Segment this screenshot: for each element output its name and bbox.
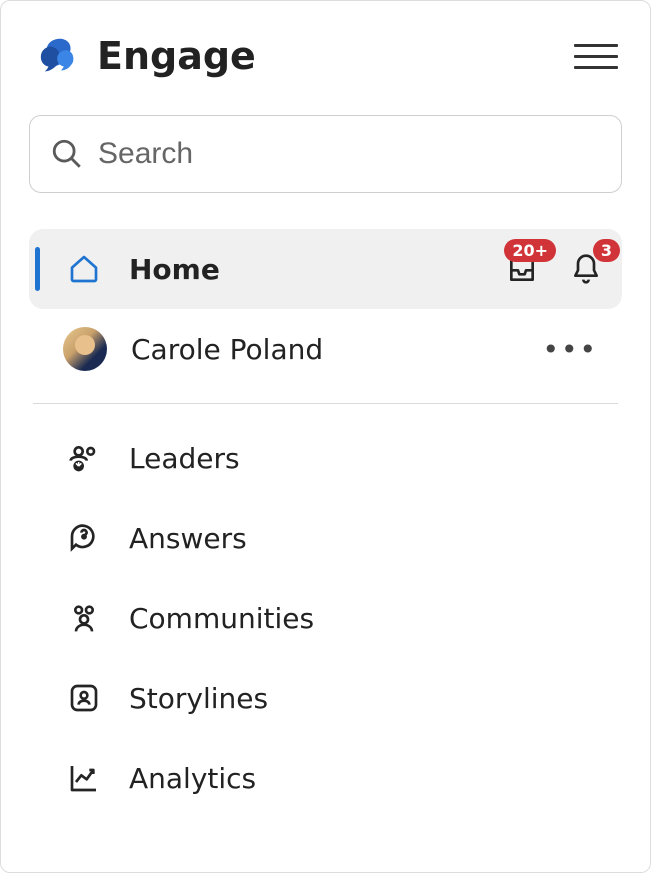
search-icon: [50, 137, 84, 171]
nav-item-communities[interactable]: Communities: [29, 578, 622, 658]
nav-label-answers: Answers: [129, 522, 606, 555]
active-indicator: [35, 247, 40, 291]
more-button[interactable]: •••: [534, 325, 606, 374]
app-title: Engage: [97, 34, 256, 78]
search-box[interactable]: [29, 115, 622, 193]
nav-label-home: Home: [129, 253, 502, 286]
leaders-icon: [67, 441, 101, 475]
storylines-icon: [67, 681, 101, 715]
search-input[interactable]: [98, 137, 601, 171]
nav-label-storylines: Storylines: [129, 682, 606, 715]
nav-item-leaders[interactable]: Leaders: [29, 418, 622, 498]
app-header: Engage: [29, 25, 622, 79]
nav-item-answers[interactable]: Answers: [29, 498, 622, 578]
notifications-badge: 3: [593, 239, 620, 262]
engage-logo-icon: [37, 33, 83, 79]
nav-label-analytics: Analytics: [129, 762, 606, 795]
divider: [33, 403, 618, 404]
profile-name: Carole Poland: [131, 333, 534, 366]
notifications-button[interactable]: 3: [566, 249, 606, 289]
home-icon: [67, 252, 101, 286]
nav-item-storylines[interactable]: Storylines: [29, 658, 622, 738]
communities-icon: [67, 601, 101, 635]
profile-row[interactable]: Carole Poland •••: [29, 309, 622, 389]
nav-item-analytics[interactable]: Analytics: [29, 738, 622, 818]
avatar: [63, 327, 107, 371]
hamburger-menu-icon[interactable]: [574, 38, 618, 74]
inbox-button[interactable]: 20+: [502, 249, 542, 289]
analytics-icon: [67, 761, 101, 795]
inbox-badge: 20+: [504, 239, 556, 262]
nav: Home 20+ 3: [29, 229, 622, 818]
nav-label-communities: Communities: [129, 602, 606, 635]
answers-icon: [67, 521, 101, 555]
nav-item-home[interactable]: Home 20+ 3: [29, 229, 622, 309]
brand: Engage: [37, 33, 256, 79]
nav-label-leaders: Leaders: [129, 442, 606, 475]
